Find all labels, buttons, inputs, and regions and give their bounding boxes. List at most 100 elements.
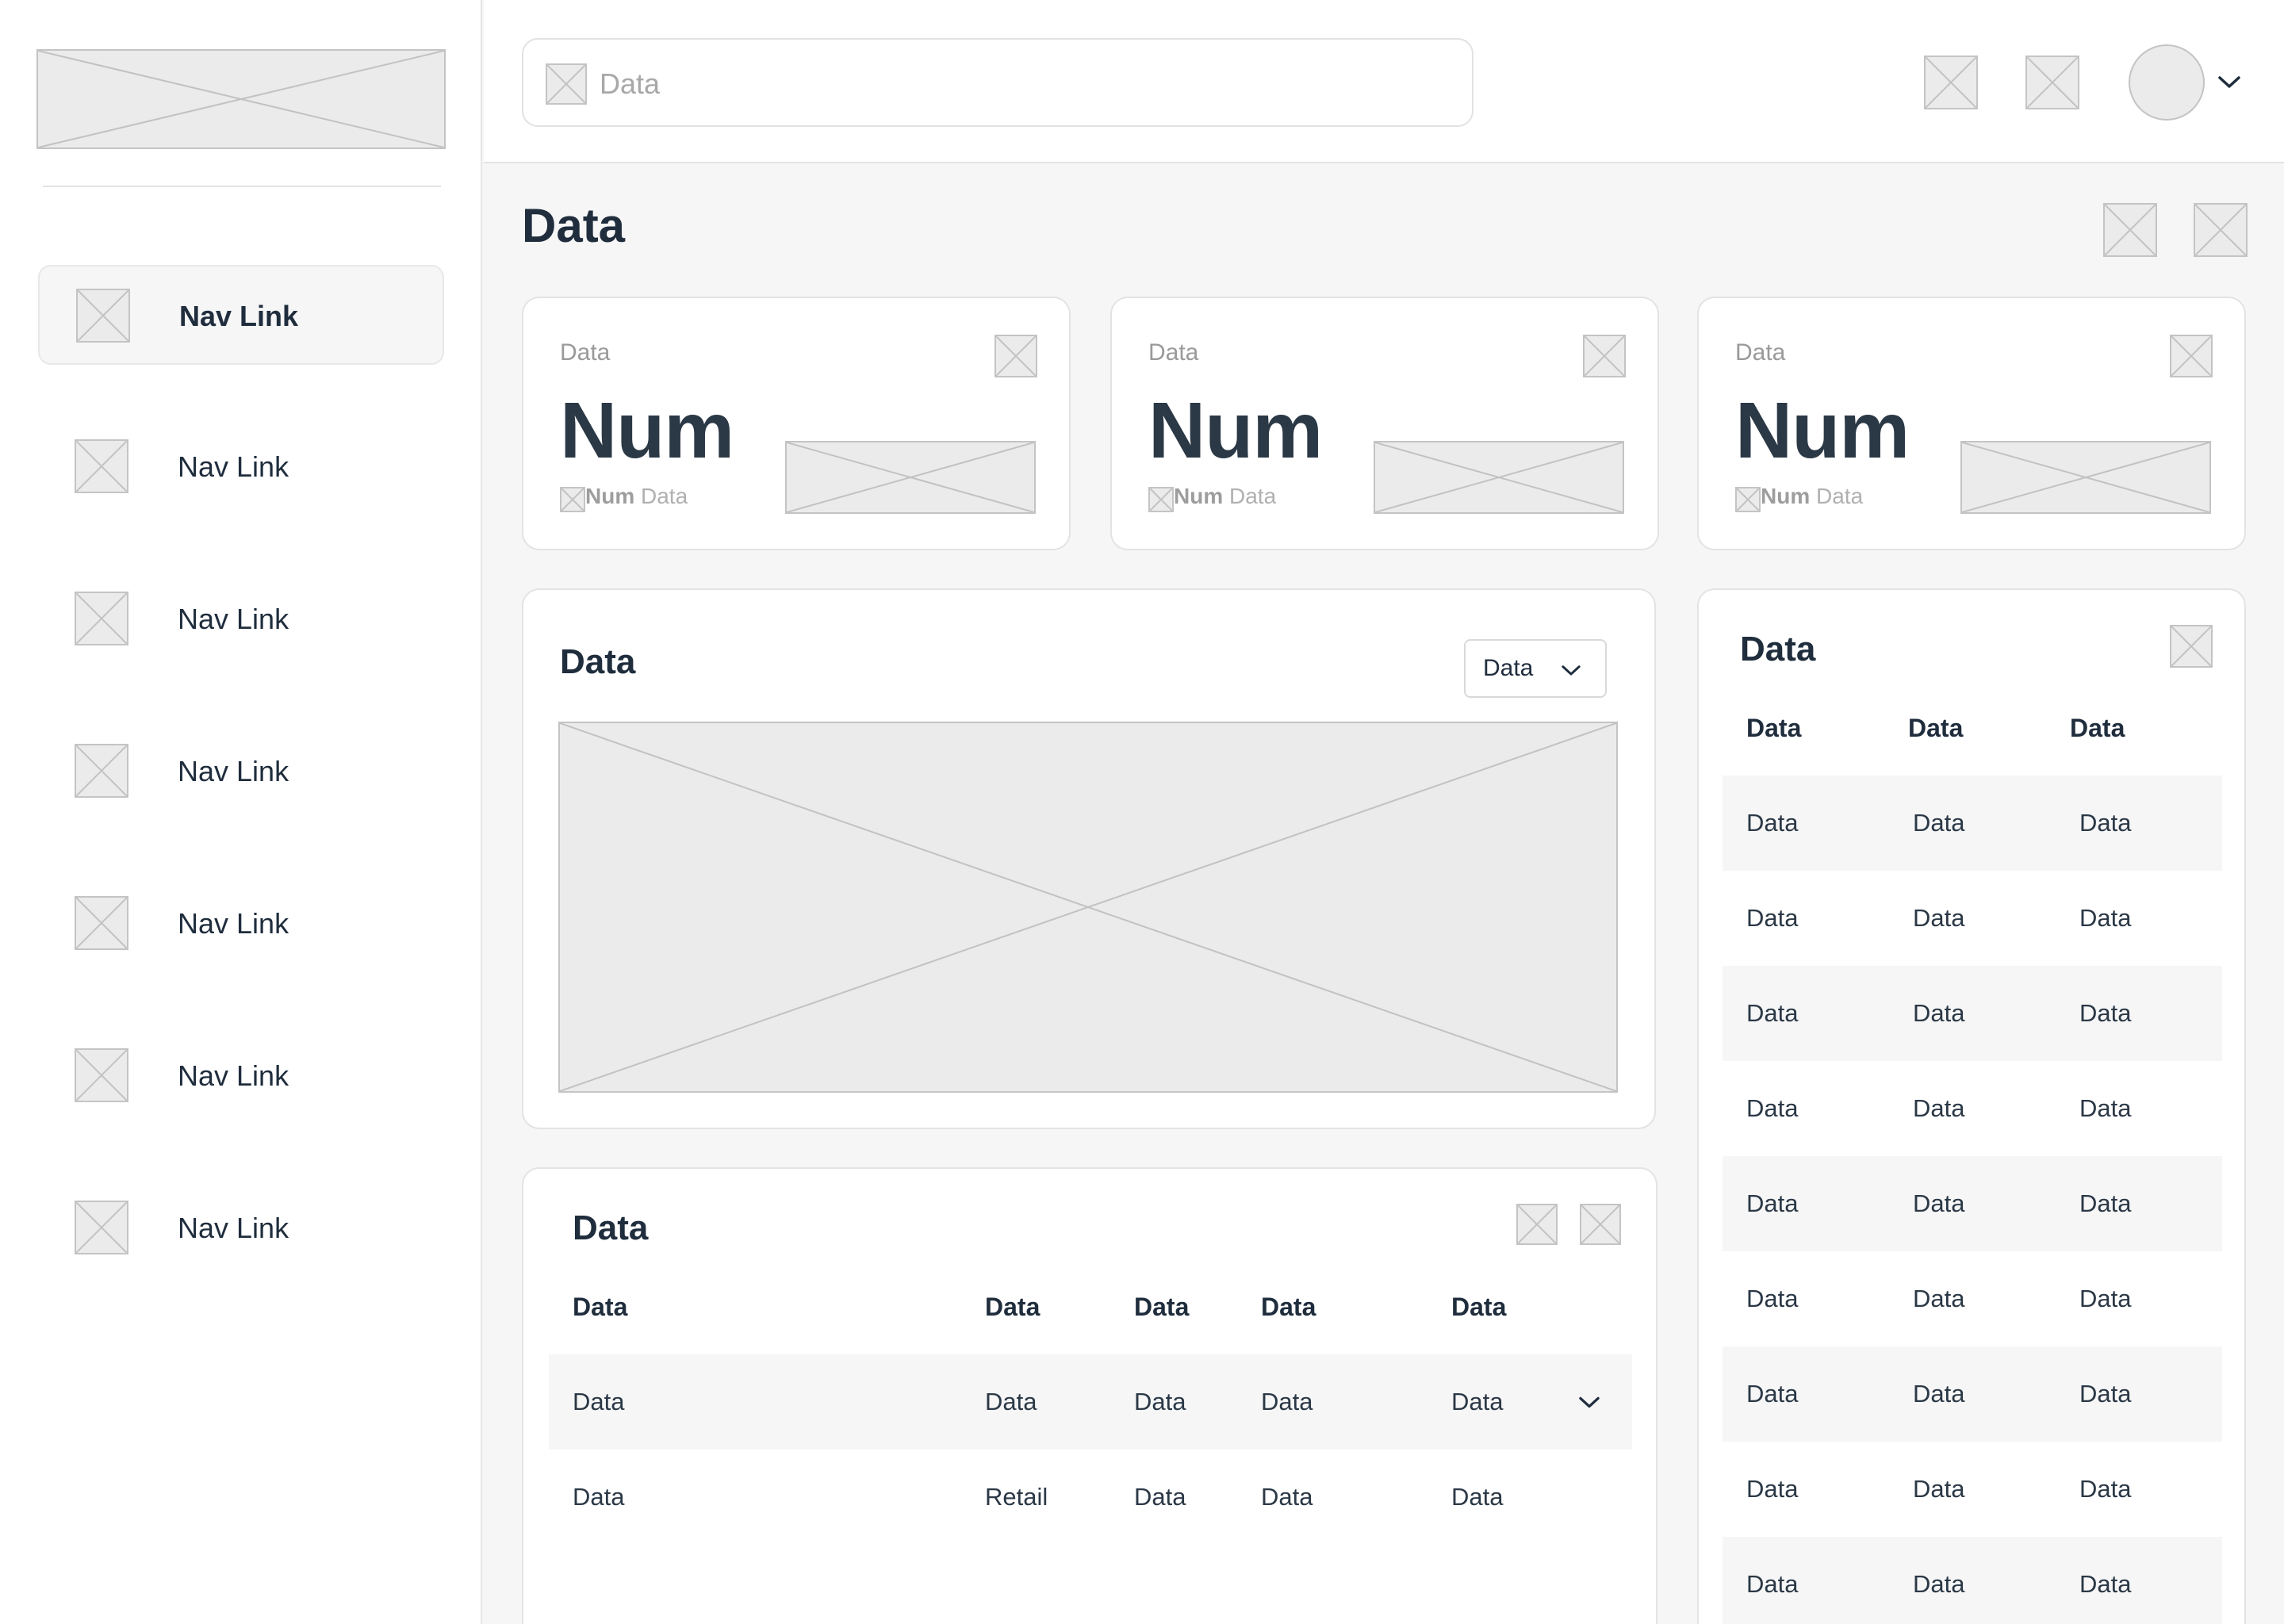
trend-icon — [1148, 487, 1174, 512]
chart-image — [558, 722, 1618, 1093]
column-header[interactable]: Data — [573, 1293, 627, 1322]
table-cell: Data — [1261, 1483, 1313, 1511]
nav-link-6[interactable]: Nav Link — [38, 1026, 444, 1126]
nav-link-label: Nav Link — [178, 1059, 289, 1092]
sparkline-image — [1960, 441, 2211, 514]
nav-icon — [75, 592, 128, 645]
table-action-icon[interactable] — [1580, 1204, 1621, 1245]
logo-image[interactable] — [36, 49, 446, 149]
table-cell: Data — [1913, 1094, 1965, 1122]
column-header[interactable]: Data — [985, 1293, 1040, 1322]
table-cell: Data — [573, 1483, 625, 1511]
bottom-table-card: Data Data Data Data Data Data Data Data … — [522, 1167, 1657, 1624]
table-cell: Data — [1746, 1285, 1799, 1312]
table-cell: Data — [1913, 1570, 1965, 1598]
kpi-subtext: Num Data — [1174, 484, 1277, 508]
sparkline-image — [785, 441, 1036, 514]
table-cell: Data — [1134, 1388, 1186, 1415]
kpi-icon[interactable] — [1583, 335, 1626, 377]
nav-link-label: Nav Link — [178, 755, 289, 787]
table-row[interactable]: Data Data Data Data Data — [549, 1354, 1632, 1450]
table-action-icon[interactable] — [1516, 1204, 1558, 1245]
table-cell: Data — [2079, 1380, 2132, 1408]
table-cell: Data — [1746, 1094, 1799, 1122]
table-row[interactable]: Data Data Data — [1723, 1537, 2222, 1624]
table-row[interactable]: Data Data Data — [1723, 1156, 2222, 1251]
period-select-value: Data — [1483, 655, 1534, 681]
sidebar-divider — [43, 186, 441, 187]
table-cell: Data — [1913, 904, 1965, 932]
top-header — [484, 0, 2284, 163]
search-bar[interactable] — [522, 38, 1473, 127]
nav-link-5[interactable]: Nav Link — [38, 874, 444, 974]
bottom-table-title: Data — [573, 1208, 649, 1247]
table-cell: Data — [2079, 809, 2132, 837]
table-cell: Data — [1134, 1483, 1186, 1511]
kpi-card: Data Num Num Data — [1110, 297, 1659, 550]
table-row[interactable]: Data Data Data — [1723, 1061, 2222, 1156]
table-row[interactable]: Data Data Data — [1723, 1442, 2222, 1537]
column-header[interactable]: Data — [2070, 714, 2125, 743]
sidebar: Nav Link Nav Link Nav Link Nav Link Nav … — [0, 0, 482, 1624]
table-row[interactable]: Data Data Data — [1723, 871, 2222, 966]
chevron-down-icon[interactable] — [1577, 1392, 1602, 1411]
nav-link-label: Nav Link — [178, 907, 289, 940]
table-cell: Data — [2079, 999, 2132, 1027]
table-cell: Data — [2079, 1475, 2132, 1503]
table-cell: Data — [1746, 1189, 1799, 1217]
table-cell: Data — [985, 1388, 1037, 1415]
kpi-value: Num — [560, 386, 734, 475]
notification-icon[interactable] — [1924, 56, 1978, 109]
kpi-label: Data — [560, 339, 611, 366]
side-table-title: Data — [1740, 630, 1816, 668]
kpi-subtext: Num Data — [585, 484, 688, 508]
avatar[interactable] — [2129, 44, 2205, 121]
nav-link-4[interactable]: Nav Link — [38, 722, 444, 822]
kpi-card: Data Num Num Data — [522, 297, 1071, 550]
nav-link-2[interactable]: Nav Link — [38, 417, 444, 517]
column-header[interactable]: Data — [1908, 714, 1963, 743]
table-row[interactable]: Data Data Data — [1723, 966, 2222, 1061]
chart-panel-title: Data — [560, 642, 636, 681]
table-action-icon[interactable] — [2170, 625, 2213, 668]
nav-link-7[interactable]: Nav Link — [38, 1178, 444, 1278]
table-row[interactable]: Data Data Data — [1723, 776, 2222, 871]
table-row[interactable]: Data Data Data — [1723, 1346, 2222, 1442]
action-icon[interactable] — [2103, 203, 2157, 257]
table-cell: Data — [1451, 1483, 1504, 1511]
nav-icon — [76, 289, 130, 343]
column-header[interactable]: Data — [1451, 1293, 1506, 1322]
table-cell: Data — [2079, 1285, 2132, 1312]
nav-link-label: Nav Link — [178, 450, 289, 483]
message-icon[interactable] — [2025, 56, 2079, 109]
kpi-label: Data — [1148, 339, 1199, 366]
nav-link-3[interactable]: Nav Link — [38, 569, 444, 669]
nav-link-label: Nav Link — [179, 300, 299, 332]
table-cell: Data — [1913, 1285, 1965, 1312]
nav-link-1[interactable]: Nav Link — [38, 265, 444, 365]
column-header[interactable]: Data — [1261, 1293, 1316, 1322]
nav-icon — [75, 744, 128, 798]
nav-icon — [75, 1048, 128, 1102]
sparkline-image — [1374, 441, 1624, 514]
period-select[interactable]: Data — [1464, 639, 1607, 698]
table-cell: Data — [2079, 1094, 2132, 1122]
chevron-down-icon[interactable] — [2216, 71, 2243, 92]
kpi-card: Data Num Num Data — [1697, 297, 2246, 550]
table-cell: Data — [1746, 1570, 1799, 1598]
table-cell: Data — [2079, 904, 2132, 932]
action-icon[interactable] — [2194, 203, 2248, 257]
table-cell: Data — [1746, 1475, 1799, 1503]
table-row[interactable]: Data Retail Data Data Data — [549, 1450, 1632, 1545]
kpi-subtext: Num Data — [1761, 484, 1864, 508]
kpi-icon[interactable] — [994, 335, 1037, 377]
kpi-icon[interactable] — [2170, 335, 2213, 377]
column-header[interactable]: Data — [1134, 1293, 1189, 1322]
search-input[interactable] — [600, 63, 1393, 105]
table-cell: Data — [1913, 1189, 1965, 1217]
table-cell: Data — [1913, 999, 1965, 1027]
table-cell: Data — [573, 1388, 625, 1415]
table-row[interactable]: Data Data Data — [1723, 1251, 2222, 1346]
column-header[interactable]: Data — [1746, 714, 1801, 743]
nav-icon — [75, 439, 128, 493]
